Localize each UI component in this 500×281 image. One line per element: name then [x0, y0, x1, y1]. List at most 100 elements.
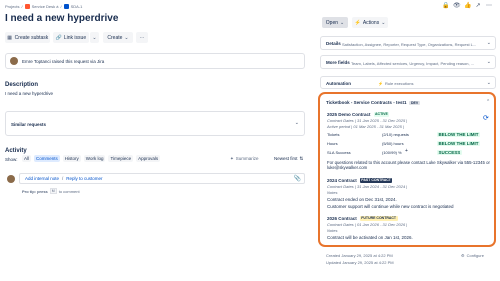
similar-requests-panel[interactable]: Similar requests ⌄: [5, 111, 305, 136]
link-issue-label: Link issue: [63, 34, 87, 41]
contract-dates: Contract Dates | 01 Jan 2026 - 31 Dec 20…: [327, 222, 408, 227]
automation-label: Automation: [326, 80, 351, 86]
create-label: Create: [107, 34, 123, 41]
ticketbook-title: Ticketbook - Service Contracts - test1: [326, 100, 407, 105]
add-internal-note-link[interactable]: Add internal note: [25, 176, 59, 181]
tab-all[interactable]: All: [22, 155, 32, 162]
description-heading: Description: [5, 82, 39, 88]
breadcrumb-issue-key[interactable]: SDA-1: [71, 4, 83, 9]
more-fields-panel[interactable]: More fields Team, Labels, Affected servi…: [320, 55, 496, 69]
eye-icon[interactable]: 👁: [453, 3, 461, 9]
share-icon[interactable]: ↗: [475, 3, 481, 9]
metric-label: SLA Success: [327, 150, 351, 155]
metric-value: (2/10) requests: [382, 132, 409, 137]
tab-approvals[interactable]: Approvals: [136, 155, 161, 162]
tab-work-log[interactable]: Work log: [83, 155, 106, 162]
configure-button[interactable]: ⚙ Configure: [461, 253, 484, 258]
chevron-down-icon: ⌄: [92, 34, 97, 41]
contract-name: 2025 Demo Contract: [327, 112, 371, 117]
metric-badge: BELOW THE LIMIT: [437, 132, 480, 137]
more-fields-list: Team, Labels, Affected services, Urgency…: [351, 60, 475, 66]
breadcrumb-project[interactable]: Service Desk á: [32, 4, 59, 9]
chevron-down-icon[interactable]: ⌄: [295, 120, 299, 126]
status-badge: PAST CONTRACT: [359, 178, 393, 183]
notes-label: Notes: [327, 190, 338, 195]
comment-box[interactable]: Add internal note / Reply to customer 📎: [19, 173, 305, 184]
subtask-icon: ▦: [7, 34, 13, 41]
create-button[interactable]: Create ⌄: [103, 32, 133, 43]
link-issue-dropdown[interactable]: ⌄: [90, 32, 99, 43]
configure-label: Configure: [466, 253, 484, 258]
tab-timepiece[interactable]: Timepiece: [108, 155, 134, 162]
header-icons: 🔒 👁 👍 ↗ ⋯: [442, 3, 492, 9]
chevron-up-icon[interactable]: ⌃: [486, 99, 490, 105]
ticketbook-header[interactable]: Ticketbook - Service Contracts - test1 D…: [326, 100, 420, 105]
avatar: [7, 175, 15, 183]
reply-to-customer-link[interactable]: Reply to customer: [66, 176, 102, 181]
description-body[interactable]: I need a new hyperdrive: [5, 91, 53, 96]
contract-note: Contract will be activated on Jan 1st, 2…: [327, 235, 413, 240]
metric-label: Hours: [327, 141, 338, 146]
automation-panel[interactable]: Automation ⚡ Rule executions ⌄: [320, 76, 496, 89]
attachment-icon[interactable]: 📎: [294, 175, 301, 182]
breadcrumb-separator: /: [21, 4, 23, 9]
metric-badge: SUCCESS: [437, 150, 462, 155]
activity-show-label: Show:: [5, 157, 18, 162]
more-icon: ⋯: [139, 34, 145, 41]
issue-type-icon: [63, 4, 69, 9]
avatar: [10, 57, 18, 65]
keyboard-key: M: [49, 188, 57, 194]
details-label: Details: [326, 41, 341, 46]
thumbs-up-icon[interactable]: 👍: [464, 3, 471, 9]
sort-toggle[interactable]: Newest first ⇅: [274, 156, 303, 162]
chevron-down-icon: ⌄: [340, 19, 345, 26]
chevron-down-icon: ⌄: [124, 34, 129, 41]
lightning-icon: ⚡: [378, 80, 383, 86]
contract-notes: For questions related to this account pl…: [327, 160, 490, 170]
metric-value: (100/99) %: [382, 150, 402, 155]
link-issue-button[interactable]: 🔗 Link issue: [53, 32, 89, 43]
contract-name: 2026 Contract: [327, 216, 357, 221]
contract-name: 2024 Contract: [327, 178, 357, 183]
summarize-button[interactable]: ✦ Summarize: [230, 156, 259, 162]
summarize-label: Summarize: [235, 156, 259, 161]
breadcrumb: Projects / Service Desk á / SDA-1: [5, 4, 82, 9]
details-fields: Satisfaction, Assignee, Reporter, Reques…: [342, 41, 477, 47]
issue-title[interactable]: I need a new hyperdrive: [5, 13, 118, 24]
chevron-down-icon: ⌄: [486, 59, 491, 65]
tab-history[interactable]: History: [62, 155, 81, 162]
contract-dates: Contract Dates | 31 Jan 2024 - 31 Dec 20…: [327, 184, 408, 189]
chevron-down-icon: ⌄: [381, 19, 386, 26]
refresh-icon[interactable]: ⟳: [483, 114, 489, 122]
breadcrumb-projects[interactable]: Projects: [5, 4, 19, 9]
lightning-icon: ⚡: [354, 19, 361, 26]
plus-icon[interactable]: +: [405, 149, 408, 154]
contract-2024-header: 2024 Contract PAST CONTRACT: [327, 178, 393, 183]
create-subtask-label: Create subtask: [14, 34, 49, 41]
similar-requests-label: Similar requests: [11, 122, 47, 127]
pro-tip-rest: to comment: [58, 188, 80, 194]
create-subtask-button[interactable]: ▦ Create subtask: [5, 32, 50, 43]
details-panel[interactable]: Details Satisfaction, Assignee, Reporter…: [320, 36, 496, 50]
activity-tabs: All Comments History Work log Timepiece …: [22, 155, 161, 162]
metric-label: Tickets: [327, 132, 340, 137]
raised-text: Emre Toptanci raised this request via Ji…: [22, 58, 105, 64]
raised-request-card: Emre Toptanci raised this request via Ji…: [5, 53, 305, 69]
more-actions-button[interactable]: ⋯: [136, 32, 148, 43]
status-open-button[interactable]: Open ⌄: [322, 17, 348, 28]
metric-value: (5/50) hours: [382, 141, 404, 146]
lock-icon[interactable]: 🔒: [442, 3, 449, 9]
project-icon: [24, 4, 30, 9]
contract-2026-header: 2026 Contract FUTURE CONTRACT: [327, 216, 398, 221]
more-icon[interactable]: ⋯: [486, 3, 492, 9]
dev-badge: DEV: [409, 100, 420, 105]
tab-comments[interactable]: Comments: [34, 155, 60, 162]
active-period: Active period | 01 Mar 2025 - 31 Mar 202…: [327, 124, 405, 129]
sparkle-icon: ✦: [230, 156, 234, 161]
comment-separator: /: [62, 176, 64, 181]
contract-note: Contract ended on Dec 31st, 2024.: [327, 197, 397, 202]
created-timestamp: Created January 29, 2025 at 4:22 PM: [326, 253, 393, 258]
actions-button[interactable]: ⚡ Actions ⌄: [352, 17, 388, 28]
more-fields-label: More fields: [326, 60, 350, 65]
activity-heading: Activity: [5, 148, 27, 154]
